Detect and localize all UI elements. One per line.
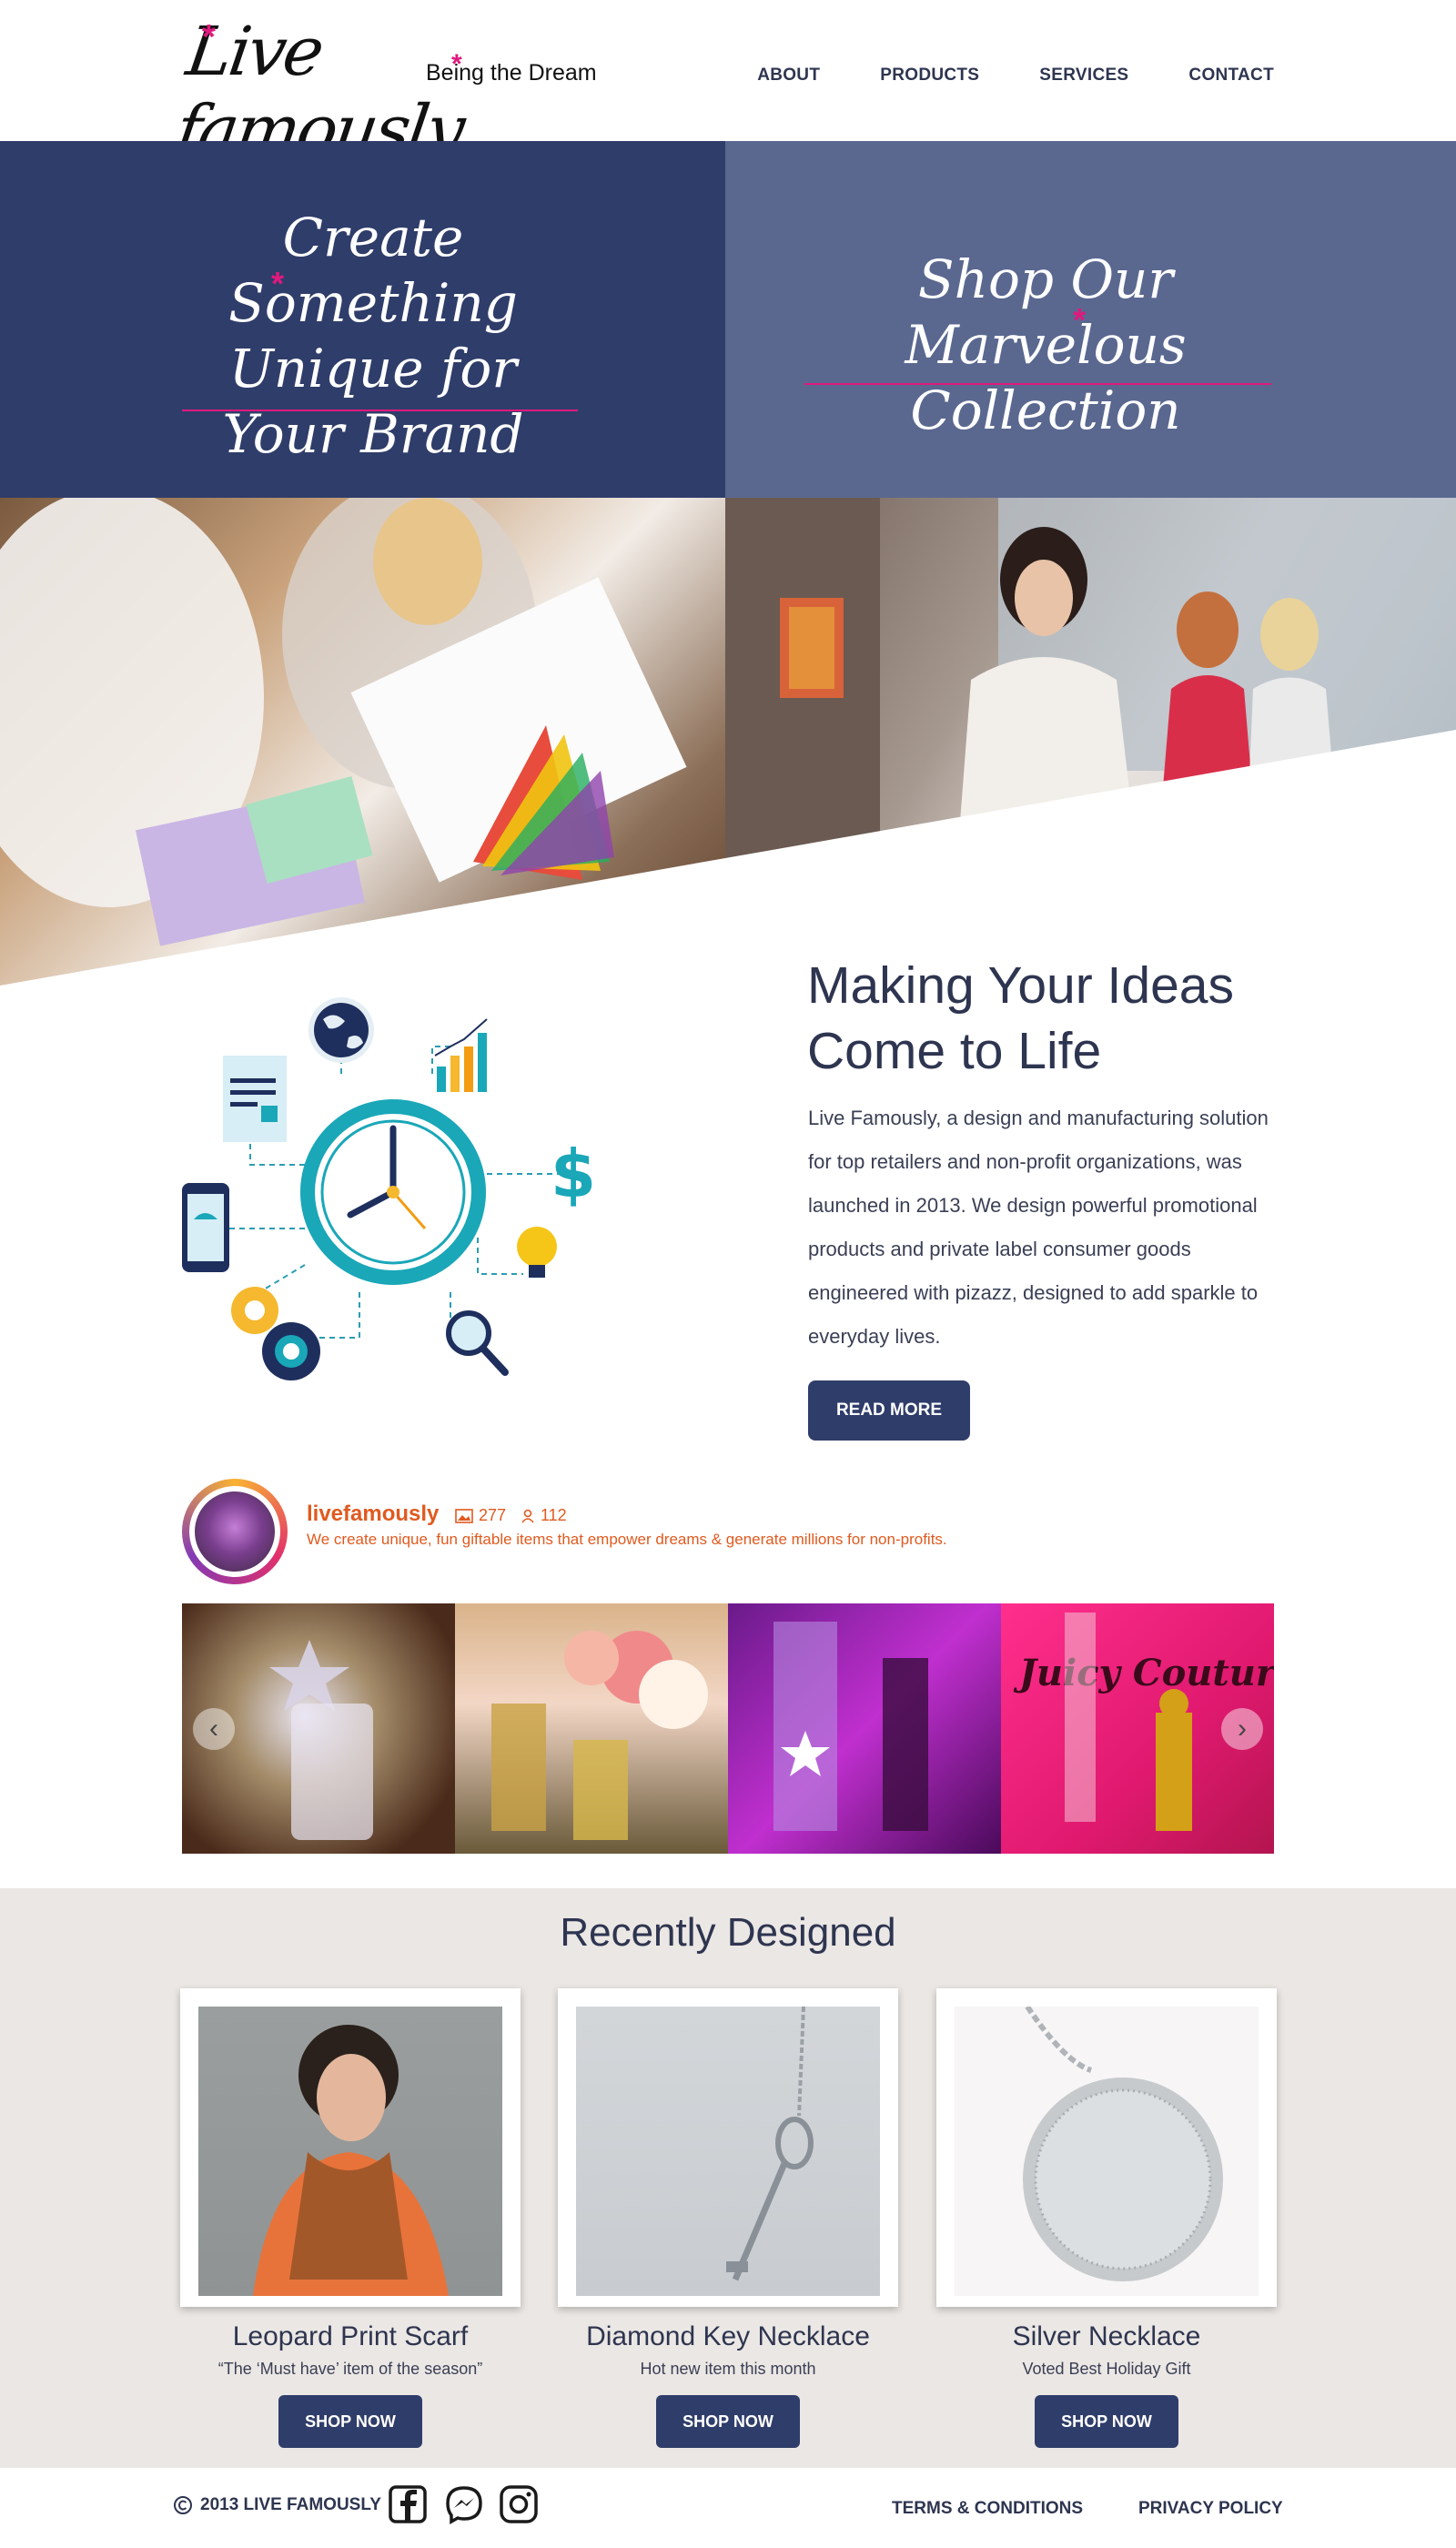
product-name: Leopard Print Scarf: [232, 2321, 469, 2351]
instagram-icon[interactable]: [499, 2484, 539, 2524]
terms-link[interactable]: TERMS & CONDITIONS: [892, 2499, 1083, 2519]
product-tagline: Hot new item this month: [640, 2360, 816, 2378]
image-icon: [455, 1508, 473, 1523]
banner-shop-collection[interactable]: Shop Our Marvelous Collection *: [725, 141, 1456, 498]
lightbulb-icon: [517, 1227, 557, 1278]
about-title: Making Your Ideas Come to Life: [807, 956, 1234, 1080]
product-name: Diamond Key Necklace: [586, 2321, 870, 2351]
instagram-posts-count: 277: [455, 1506, 506, 1525]
clock-icon: [300, 1099, 486, 1285]
banner-left-title: Create Something Unique for Your Brand: [222, 207, 524, 465]
product-image-frame[interactable]: [558, 1988, 898, 2307]
user-icon: [521, 1509, 534, 1523]
main-nav: ABOUT PRODUCTS SERVICES CONTACT: [757, 66, 1274, 86]
facebook-icon[interactable]: [388, 2484, 428, 2524]
instagram-post[interactable]: [728, 1603, 1001, 1854]
product-image: [955, 2005, 1259, 2296]
tile-caption: Juicy Couture: [1013, 1652, 1274, 1694]
product-card: Leopard Print Scarf “The ‘Must have’ ite…: [180, 1988, 521, 2448]
copyright-icon: [174, 2496, 192, 2514]
banner-right-star: *: [1073, 301, 1087, 339]
nav-products[interactable]: PRODUCTS: [880, 66, 979, 86]
shop-now-button[interactable]: SHOP NOW: [1035, 2395, 1178, 2448]
messenger-icon[interactable]: [444, 2484, 484, 2524]
product-card: Silver Necklace Voted Best Holiday Gift …: [936, 1988, 1277, 2448]
product-card: Diamond Key Necklace Hot new item this m…: [558, 1988, 898, 2448]
dollar-icon: $: [551, 1136, 596, 1212]
logo-star: *: [202, 18, 216, 56]
instagram-feed: Juicy Couture ‹ ›: [182, 1603, 1274, 1854]
logo[interactable]: Live famously * * Being the Dream: [171, 13, 619, 169]
product-image-frame[interactable]: [936, 1988, 1277, 2307]
read-more-button[interactable]: READ MORE: [808, 1380, 970, 1441]
product-tagline: Voted Best Holiday Gift: [1022, 2360, 1191, 2378]
nav-contact[interactable]: CONTACT: [1188, 66, 1274, 86]
banner-create-unique[interactable]: Create Something Unique for Your Brand *: [0, 141, 725, 498]
banner-left-star: *: [271, 265, 285, 302]
carousel-prev-button[interactable]: ‹: [193, 1708, 235, 1750]
diagonal-divider: [0, 730, 1456, 989]
product-image: [576, 2006, 880, 2296]
product-name: Silver Necklace: [1012, 2321, 1201, 2351]
site-header: Live famously * * Being the Dream ABOUT …: [0, 0, 1456, 169]
phone-icon: [182, 1183, 229, 1272]
bar-chart-icon: [434, 1018, 488, 1092]
instagram-followers-count: 112: [521, 1506, 567, 1525]
avatar-image: [195, 1491, 275, 1572]
svg-text:$: $: [551, 1136, 596, 1212]
nav-about[interactable]: ABOUT: [757, 66, 820, 86]
product-image-frame[interactable]: [180, 1988, 521, 2307]
nav-services[interactable]: SERVICES: [1039, 66, 1128, 86]
carousel-next-button[interactable]: ›: [1221, 1708, 1263, 1750]
about-text: Live Famously, a design and manufacturin…: [808, 1107, 1269, 1348]
section-title: Recently Designed: [560, 1910, 896, 1955]
instagram-username[interactable]: livefamously: [307, 1502, 439, 1527]
copyright: 2013 LIVE FAMOUSLY: [173, 2495, 381, 2515]
instagram-bio: We create unique, fun giftable items tha…: [307, 1531, 947, 1548]
recently-designed-section: Recently Designed Leopard Print Scarf “T…: [0, 1888, 1456, 2468]
gear-icon: [231, 1287, 320, 1380]
shop-now-button[interactable]: SHOP NOW: [656, 2395, 800, 2448]
instagram-header: livefamously 277 112 We create unique, f…: [182, 1479, 1274, 1588]
instagram-post[interactable]: [455, 1603, 728, 1854]
instagram-avatar[interactable]: [182, 1479, 288, 1584]
banner-right-title: Shop Our Marvelous Collection: [905, 248, 1187, 441]
document-icon: [223, 1056, 287, 1142]
site-footer: 2013 LIVE FAMOUSLY TERMS & CONDITIONS PR…: [0, 2468, 1456, 2548]
product-tagline: “The ‘Must have’ item of the season”: [217, 2360, 483, 2378]
globe-icon: [308, 997, 374, 1063]
privacy-link[interactable]: PRIVACY POLICY: [1138, 2499, 1283, 2519]
magnifier-icon: [446, 1310, 509, 1376]
shop-now-button[interactable]: SHOP NOW: [278, 2395, 422, 2448]
product-image: [198, 2007, 502, 2296]
hero-photos: [0, 498, 1456, 989]
ideas-illustration: $: [182, 997, 596, 1380]
banner-right-underline: [804, 383, 1271, 385]
tagline: Being the Dream: [426, 60, 597, 86]
banner-left-underline: [182, 410, 578, 411]
copyright-text: 2013 LIVE FAMOUSLY: [200, 2495, 381, 2514]
